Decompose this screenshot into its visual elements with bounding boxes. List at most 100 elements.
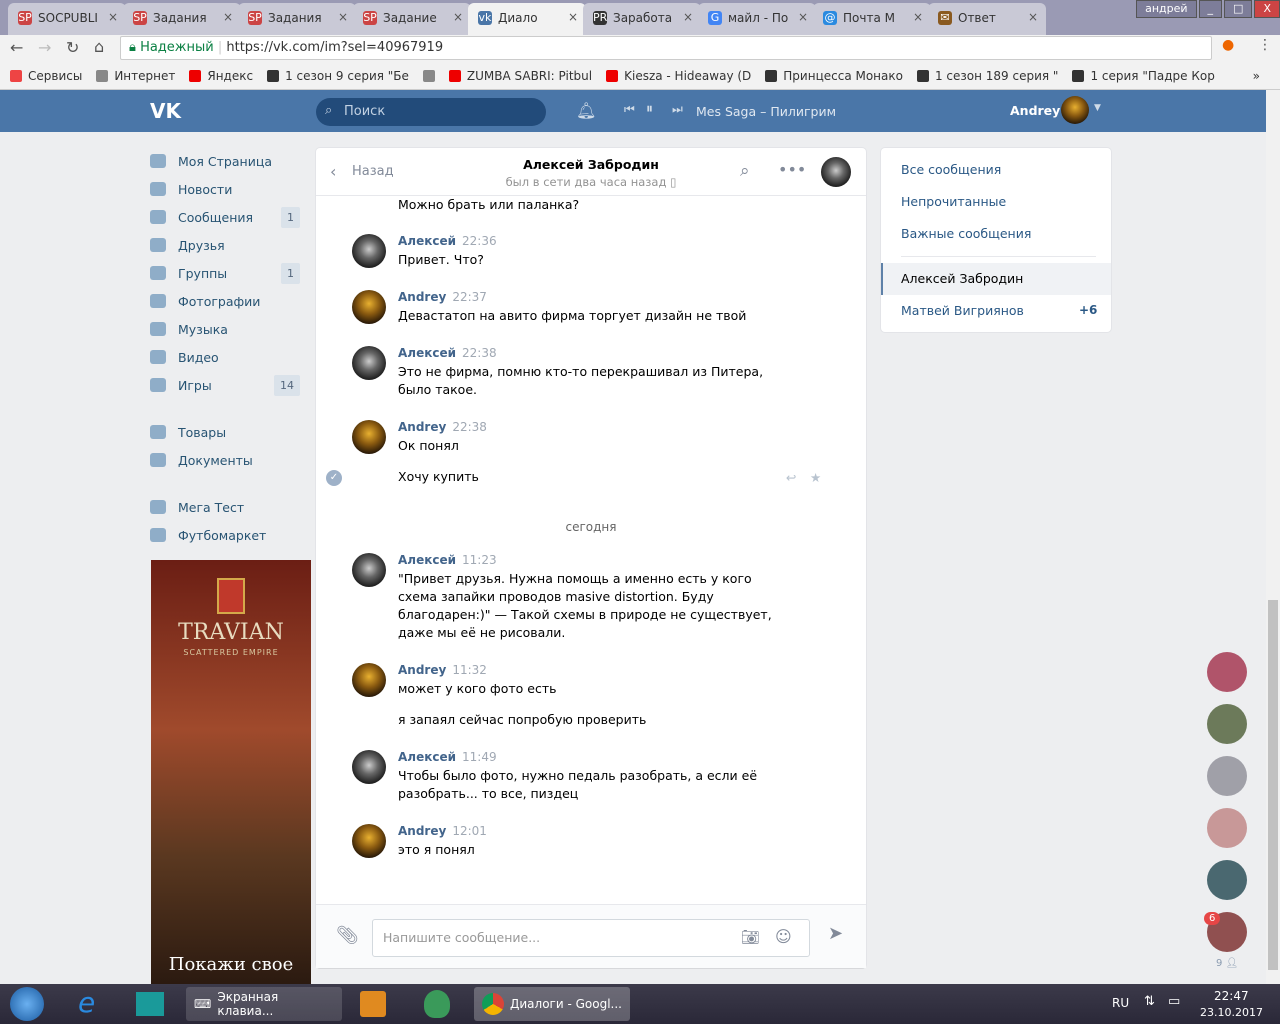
pause-icon[interactable]: ⏸	[646, 101, 653, 117]
message-author[interactable]: Andrey 22:37	[398, 290, 487, 304]
close-button[interactable]: X	[1254, 0, 1280, 18]
message-avatar[interactable]	[352, 750, 386, 784]
forward-icon[interactable]: →	[38, 38, 51, 57]
bookmark[interactable]: Сервисы	[10, 69, 82, 83]
tab-close-icon[interactable]: ×	[1028, 10, 1038, 24]
all-messages-link[interactable]: Все сообщения	[901, 162, 1001, 177]
tab[interactable]: SP Задание ×	[353, 3, 471, 35]
tab-close-icon[interactable]: ×	[223, 10, 233, 24]
message-avatar[interactable]	[352, 290, 386, 324]
message-avatar[interactable]	[352, 234, 386, 268]
unread-link[interactable]: Непрочитанные	[901, 194, 1006, 209]
message-avatar[interactable]	[352, 824, 386, 858]
friend-avatar[interactable]	[1207, 808, 1247, 848]
minimize-button[interactable]: _	[1198, 0, 1223, 18]
message-time[interactable]: 22:38	[452, 420, 487, 434]
nav-item[interactable]: Сообщения 1	[150, 204, 300, 230]
message-time[interactable]: 22:36	[462, 234, 497, 248]
display-icon[interactable]: ▭	[1168, 994, 1180, 1009]
message-author[interactable]: Алексей 11:23	[398, 553, 497, 567]
nav-item[interactable]: Фотографии	[150, 288, 300, 314]
friend-avatar[interactable]	[1207, 652, 1247, 692]
nav-item[interactable]: Видео	[150, 344, 300, 370]
check-icon[interactable]: ✓	[326, 470, 342, 486]
friend-avatar[interactable]	[1207, 860, 1247, 900]
message-time[interactable]: 11:23	[462, 553, 497, 567]
message-avatar[interactable]	[352, 663, 386, 697]
message-time[interactable]: 22:37	[452, 290, 487, 304]
message-avatar[interactable]	[352, 346, 386, 380]
bookmark[interactable]: Интернет	[96, 69, 175, 83]
tab[interactable]: vk Диало ×	[468, 3, 586, 35]
message-author[interactable]: Алексей 22:38	[398, 346, 497, 360]
message-time[interactable]: 22:38	[462, 346, 497, 360]
maximize-button[interactable]: □	[1224, 0, 1253, 18]
ad-banner[interactable]: TRAVIAN SCATTERED EMPIRE Покажи свое	[151, 560, 311, 984]
address-bar[interactable]: 🔒︎ Надежный | https://vk.com/im?sel=4096…	[120, 36, 1212, 60]
tab-close-icon[interactable]: ×	[913, 10, 923, 24]
bookmark[interactable]: 1 сезон 9 серия "Бе	[267, 69, 409, 83]
taskbar-item-chrome[interactable]: Диалоги - Googl...	[474, 987, 630, 1021]
contact-avatar[interactable]	[821, 157, 851, 187]
ie-icon[interactable]: e	[78, 986, 95, 1019]
more-icon[interactable]: •••	[778, 160, 806, 179]
chat-name[interactable]: Матвей Вигриянов	[901, 303, 1024, 318]
scrollbar-thumb[interactable]	[1268, 600, 1278, 970]
user-name[interactable]: Andrey	[1010, 103, 1060, 118]
tab-close-icon[interactable]: ×	[108, 10, 118, 24]
tab-close-icon[interactable]: ×	[798, 10, 808, 24]
message-author[interactable]: Алексей 11:49	[398, 750, 497, 764]
nav-item[interactable]: Игры 14	[150, 372, 300, 398]
nav-item[interactable]: Мега Тест	[150, 494, 300, 520]
tab[interactable]: SP Задания ×	[123, 3, 241, 35]
prev-track-icon[interactable]: ⏮	[624, 102, 635, 117]
important-link[interactable]: Важные сообщения	[901, 226, 1031, 241]
message-author[interactable]: Andrey 12:01	[398, 824, 487, 838]
search-icon[interactable]: ⌕	[740, 161, 750, 181]
message-author[interactable]: Алексей 22:36	[398, 234, 497, 248]
home-icon[interactable]: ⌂	[94, 37, 104, 56]
clock-date[interactable]: 23.10.2017	[1200, 1006, 1263, 1019]
nav-item[interactable]: Документы	[150, 447, 300, 473]
language-indicator[interactable]: RU	[1112, 996, 1129, 1010]
nav-item[interactable]: Моя Страница	[150, 148, 300, 174]
tab[interactable]: @ Почта М ×	[813, 3, 931, 35]
nav-item[interactable]: Футбомаркет	[150, 522, 300, 548]
message-input[interactable]: Напишите сообщение... 📷︎ ☺	[372, 919, 810, 957]
bell-icon[interactable]: 🔔︎	[576, 101, 596, 120]
message-time[interactable]: 11:32	[452, 663, 487, 677]
nav-item[interactable]: Друзья	[150, 232, 300, 258]
online-count[interactable]: 9 👤︎	[1216, 958, 1238, 969]
tab-close-icon[interactable]: ×	[568, 10, 578, 24]
back-button[interactable]: Назад	[352, 164, 394, 179]
chat-name[interactable]: Алексей Забродин	[901, 271, 1023, 286]
back-icon[interactable]: ←	[10, 38, 23, 57]
bookmark[interactable]	[422, 69, 435, 82]
nav-item[interactable]: Новости	[150, 176, 300, 202]
tab[interactable]: PR Заработа ×	[583, 3, 701, 35]
tab[interactable]: ✉ Ответ ×	[928, 3, 1046, 35]
search-input[interactable]: ⌕ Поиск	[316, 98, 546, 126]
now-playing[interactable]: Mes Saga – Пилигрим	[696, 104, 836, 119]
bookmark[interactable]: Яндекс	[189, 69, 253, 83]
extension-icon[interactable]: ●	[1222, 37, 1234, 53]
emoji-icon[interactable]: ☺	[775, 927, 792, 946]
message-author[interactable]: Andrey 11:32	[398, 663, 487, 677]
nav-item[interactable]: Группы 1	[150, 260, 300, 286]
back-chevron-icon[interactable]: ‹	[330, 162, 336, 181]
start-button[interactable]	[10, 987, 44, 1021]
bookmark[interactable]: 1 серия "Падре Кор	[1072, 69, 1215, 83]
tab[interactable]: Gмайл - По ×	[698, 3, 816, 35]
message-author[interactable]: Andrey 22:38	[398, 420, 487, 434]
friend-avatar[interactable]	[1207, 704, 1247, 744]
send-icon[interactable]: ➤	[828, 923, 843, 944]
user-avatar[interactable]	[1061, 96, 1089, 124]
message-avatar[interactable]	[352, 420, 386, 454]
tab-close-icon[interactable]: ×	[453, 10, 463, 24]
bookmark[interactable]: Kiesza - Hideaway (D	[606, 69, 751, 83]
reload-icon[interactable]: ↻	[66, 38, 79, 57]
bookmark[interactable]: Принцесса Монако	[765, 69, 903, 83]
next-track-icon[interactable]: ⏭	[672, 102, 683, 117]
bookmark[interactable]: ZUMBA SABRI: Pitbul	[448, 69, 592, 83]
menu-icon[interactable]: ⋮	[1258, 37, 1272, 53]
